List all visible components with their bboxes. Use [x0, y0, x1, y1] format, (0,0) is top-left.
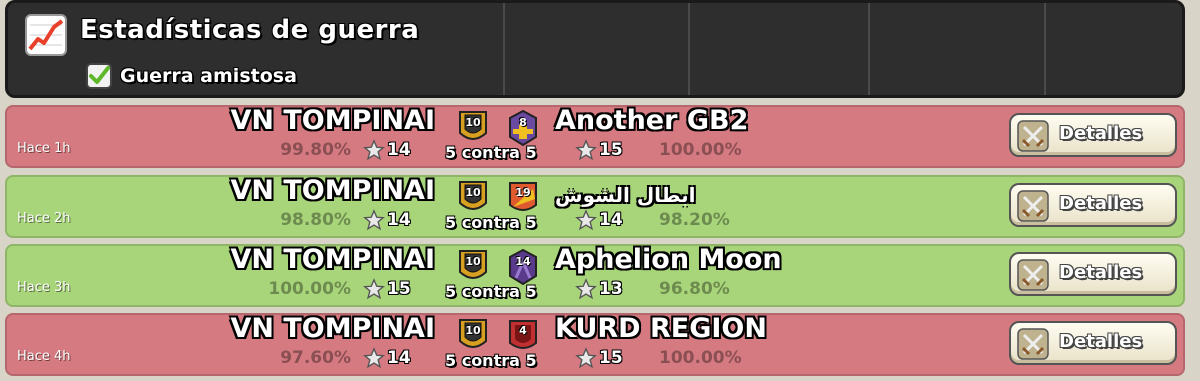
away-clan-name: Another GB2 — [555, 105, 749, 136]
home-stars: 14 — [363, 139, 411, 161]
details-button-label: Detalles — [1059, 193, 1143, 214]
away-clan-badge-icon: 8 — [507, 109, 539, 147]
war-time: Hace 2h — [17, 211, 71, 226]
away-clan-name: Aphelion Moon — [555, 244, 782, 275]
star-icon — [363, 347, 385, 369]
war-row: Hace 2h VN TOMPINAI 10 19 ابطال الشوش 98… — [5, 175, 1185, 238]
details-button[interactable]: Detalles — [1009, 113, 1177, 157]
away-destruction-pct: 100.00% — [659, 140, 742, 160]
home-clan-badge-icon: 10 — [457, 179, 489, 217]
header-divider — [503, 3, 505, 95]
war-time: Hace 1h — [17, 141, 71, 156]
home-destruction-pct: 98.80% — [280, 210, 351, 230]
away-stars: 15 — [575, 139, 623, 161]
away-clan-name: KURD REGION — [555, 313, 767, 344]
details-button[interactable]: Detalles — [1009, 183, 1177, 227]
versus-label: 5 contra 5 — [445, 213, 537, 232]
versus-label: 5 contra 5 — [445, 282, 537, 301]
home-star-count: 15 — [387, 279, 411, 299]
war-time: Hace 4h — [17, 349, 71, 364]
star-icon — [575, 209, 597, 231]
away-clan-badge-icon: 19 — [507, 179, 539, 217]
away-clan-badge-icon: 4 — [507, 317, 539, 355]
away-stars: 15 — [575, 347, 623, 369]
crossed-swords-icon — [1017, 328, 1049, 360]
home-clan-level: 10 — [465, 116, 481, 129]
versus-label: 5 contra 5 — [445, 143, 537, 162]
away-destruction-pct: 98.20% — [659, 210, 730, 230]
away-star-count: 14 — [599, 210, 623, 230]
crossed-swords-icon — [1017, 259, 1049, 291]
home-star-count: 14 — [387, 348, 411, 368]
home-destruction-pct: 99.80% — [280, 140, 351, 160]
star-icon — [575, 139, 597, 161]
star-icon — [363, 209, 385, 231]
home-destruction-pct: 100.00% — [268, 279, 351, 299]
home-clan-level: 10 — [465, 324, 481, 337]
war-row: Hace 1h VN TOMPINAI 10 8 Another GB2 99.… — [5, 105, 1185, 168]
star-icon — [575, 278, 597, 300]
header-divider — [868, 3, 870, 95]
home-clan-badge-icon: 10 — [457, 109, 489, 147]
details-button[interactable]: Detalles — [1009, 321, 1177, 365]
away-stars: 14 — [575, 209, 623, 231]
header-divider — [688, 3, 690, 95]
crossed-swords-icon — [1017, 120, 1049, 152]
versus-label: 5 contra 5 — [445, 351, 537, 370]
war-time: Hace 3h — [17, 280, 71, 295]
away-clan-level: 14 — [515, 255, 531, 268]
away-clan-level: 8 — [519, 116, 527, 129]
home-clan-level: 10 — [465, 255, 481, 268]
away-clan-level: 19 — [515, 186, 531, 199]
home-stars: 14 — [363, 347, 411, 369]
away-star-count: 15 — [599, 140, 623, 160]
details-button-label: Detalles — [1059, 123, 1143, 144]
away-star-count: 15 — [599, 348, 623, 368]
checkbox-checked-icon[interactable] — [86, 63, 112, 89]
war-row: Hace 4h VN TOMPINAI 10 4 KURD REGION 97.… — [5, 313, 1185, 376]
home-clan-name: VN TOMPINAI — [230, 313, 435, 344]
home-clan-name: VN TOMPINAI — [230, 244, 435, 275]
chart-icon — [25, 14, 67, 56]
details-button-label: Detalles — [1059, 331, 1143, 352]
star-icon — [363, 278, 385, 300]
home-destruction-pct: 97.60% — [280, 348, 351, 368]
details-button[interactable]: Detalles — [1009, 252, 1177, 296]
away-clan-level: 4 — [519, 324, 527, 337]
home-clan-badge-icon: 10 — [457, 248, 489, 286]
away-clan-name: ابطال الشوش — [555, 183, 696, 207]
war-stats-header: Estadísticas de guerra Guerra amistosa — [5, 0, 1185, 98]
home-clan-name: VN TOMPINAI — [230, 105, 435, 136]
away-destruction-pct: 96.80% — [659, 279, 730, 299]
away-clan-badge-icon: 14 — [507, 248, 539, 286]
home-stars: 14 — [363, 209, 411, 231]
home-star-count: 14 — [387, 210, 411, 230]
home-stars: 15 — [363, 278, 411, 300]
friendly-war-filter-label[interactable]: Guerra amistosa — [120, 65, 297, 87]
home-clan-badge-icon: 10 — [457, 317, 489, 355]
away-star-count: 13 — [599, 279, 623, 299]
war-row: Hace 3h VN TOMPINAI 10 14 Aphelion Moon … — [5, 244, 1185, 307]
home-clan-level: 10 — [465, 186, 481, 199]
details-button-label: Detalles — [1059, 262, 1143, 283]
star-icon — [575, 347, 597, 369]
crossed-swords-icon — [1017, 190, 1049, 222]
star-icon — [363, 139, 385, 161]
page-title: Estadísticas de guerra — [80, 15, 420, 45]
home-star-count: 14 — [387, 140, 411, 160]
header-divider — [1044, 3, 1046, 95]
away-destruction-pct: 100.00% — [659, 348, 742, 368]
away-stars: 13 — [575, 278, 623, 300]
home-clan-name: VN TOMPINAI — [230, 175, 435, 206]
